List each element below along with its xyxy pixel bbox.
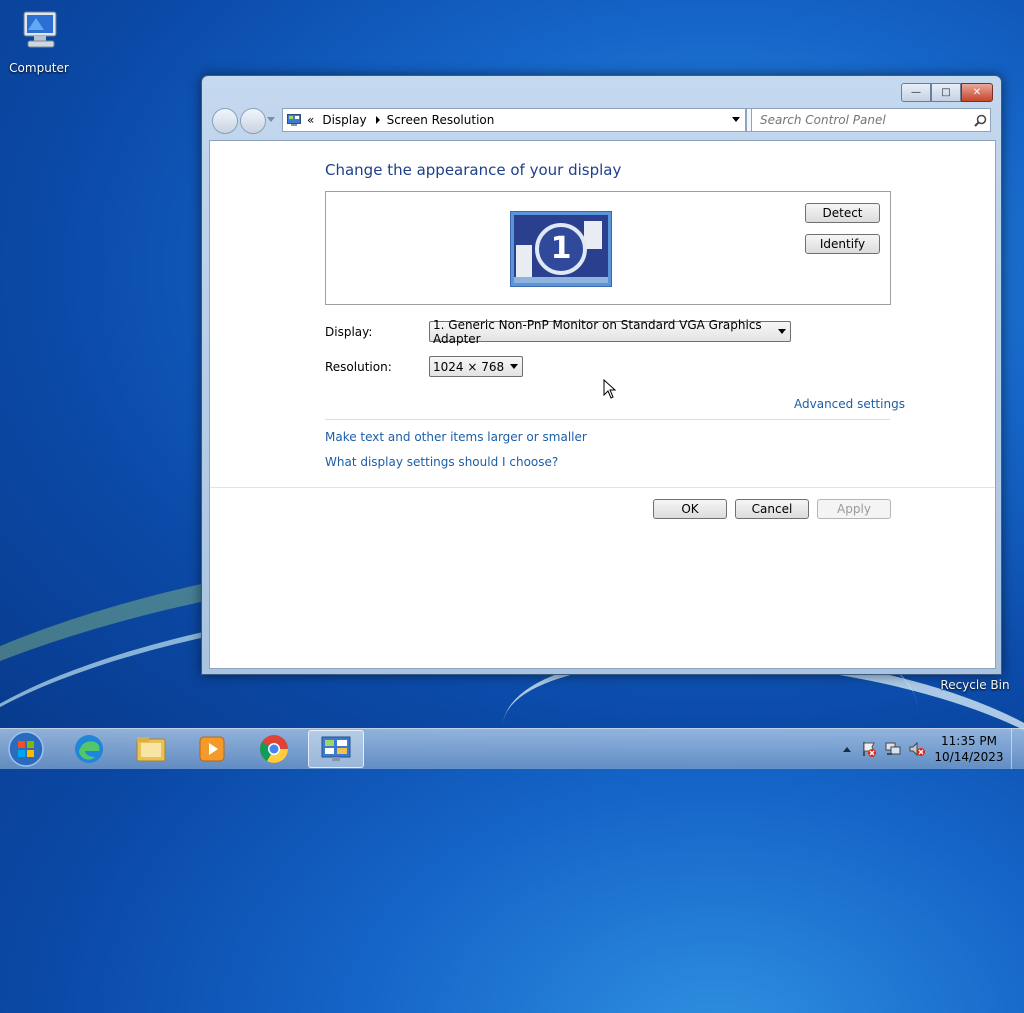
- page-title: Change the appearance of your display: [325, 161, 622, 179]
- show-desktop-button[interactable]: [1011, 729, 1024, 769]
- forward-button[interactable]: [240, 108, 266, 134]
- clock-date: 10/14/2023: [934, 750, 1004, 764]
- taskbar-chrome[interactable]: [246, 730, 302, 768]
- resolution-select[interactable]: 1024 × 768: [429, 356, 523, 377]
- breadcrumb-display[interactable]: Display: [322, 113, 366, 127]
- breadcrumb-screen-resolution[interactable]: Screen Resolution: [387, 113, 495, 127]
- resolution-label: Resolution:: [325, 360, 392, 374]
- caption-buttons: — □ ✕: [901, 83, 993, 102]
- monitor-preview-area: 1 Detect Identify: [325, 191, 891, 305]
- text-size-link[interactable]: Make text and other items larger or smal…: [325, 430, 587, 444]
- screen-resolution-window: — □ ✕ « Display Screen Resolution ⇄ Chan…: [201, 75, 1002, 675]
- taskbar: 11:35 PM 10/14/2023: [0, 728, 1024, 769]
- breadcrumb-separator-icon[interactable]: [375, 116, 380, 124]
- action-center-icon[interactable]: [861, 741, 877, 757]
- search-icon[interactable]: [974, 114, 987, 127]
- search-box[interactable]: [751, 108, 991, 132]
- address-dropdown-icon[interactable]: [732, 117, 740, 122]
- computer-label: Computer: [9, 61, 69, 75]
- identify-button[interactable]: Identify: [805, 234, 880, 254]
- close-icon: ✕: [972, 87, 982, 98]
- network-icon[interactable]: [885, 741, 901, 757]
- show-hidden-icons-icon[interactable]: [843, 746, 851, 752]
- computer-icon: [1, 8, 77, 57]
- cancel-button[interactable]: Cancel: [735, 499, 809, 519]
- resolution-select-value: 1024 × 768: [433, 359, 505, 374]
- minimize-icon: —: [911, 87, 921, 98]
- display-help-link[interactable]: What display settings should I choose?: [325, 455, 558, 469]
- recycle-bin-label: Recycle Bin: [940, 678, 1010, 692]
- taskbar-control-panel[interactable]: [308, 730, 364, 768]
- detect-button[interactable]: Detect: [805, 203, 880, 223]
- windows-orb-icon: [8, 731, 44, 767]
- start-button[interactable]: [0, 730, 52, 768]
- search-input[interactable]: [752, 112, 974, 128]
- minimize-button[interactable]: —: [901, 83, 931, 102]
- edge-icon: [75, 735, 103, 763]
- address-bar[interactable]: « Display Screen Resolution: [282, 108, 746, 132]
- notification-area: 11:35 PM 10/14/2023: [843, 729, 1024, 769]
- breadcrumb-chevrons[interactable]: «: [307, 113, 314, 127]
- navigation-bar: « Display Screen Resolution ⇄: [210, 106, 991, 134]
- volume-muted-icon[interactable]: [909, 741, 925, 757]
- content-pane: Change the appearance of your display 1 …: [209, 140, 996, 669]
- display-select[interactable]: 1. Generic Non-PnP Monitor on Standard V…: [429, 318, 791, 346]
- monitor-1-thumbnail[interactable]: 1: [510, 211, 612, 290]
- clock[interactable]: 11:35 PM 10/14/2023: [933, 733, 1005, 765]
- maximize-icon: □: [941, 87, 951, 98]
- divider: [325, 419, 890, 420]
- media-player-icon: [199, 736, 225, 762]
- taskbar-media-player[interactable]: [184, 730, 240, 768]
- control-panel-icon: [321, 736, 351, 761]
- clock-time: 11:35 PM: [941, 734, 997, 748]
- chevron-down-icon: [510, 364, 518, 369]
- display-label: Display:: [325, 325, 373, 339]
- taskbar-file-explorer[interactable]: [123, 730, 179, 768]
- apply-button[interactable]: Apply: [817, 499, 891, 519]
- close-button[interactable]: ✕: [961, 83, 993, 102]
- chrome-icon: [260, 735, 288, 763]
- mouse-cursor-icon: [603, 378, 617, 402]
- control-panel-icon: [287, 113, 301, 127]
- taskbar-edge[interactable]: [61, 730, 117, 768]
- chevron-down-icon: [778, 329, 786, 334]
- footer-divider: [210, 487, 995, 488]
- monitor-number: 1: [550, 231, 572, 266]
- maximize-button[interactable]: □: [931, 83, 961, 102]
- desktop-icon-computer[interactable]: Computer: [1, 8, 77, 75]
- advanced-settings-link[interactable]: Advanced settings: [794, 397, 905, 411]
- ok-button[interactable]: OK: [653, 499, 727, 519]
- display-select-value: 1. Generic Non-PnP Monitor on Standard V…: [433, 317, 762, 346]
- back-button[interactable]: [212, 108, 238, 134]
- folder-icon: [136, 737, 166, 762]
- recent-pages-dropdown-icon[interactable]: [267, 117, 275, 122]
